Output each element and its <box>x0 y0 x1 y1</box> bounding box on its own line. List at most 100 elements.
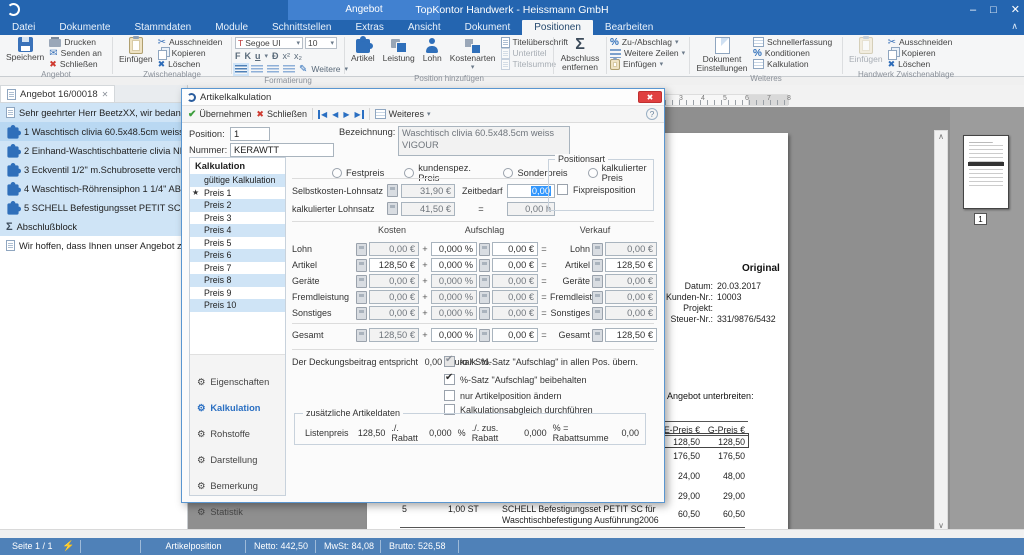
delete-button[interactable]: Löschen <box>158 59 223 69</box>
tab-bearbeiten[interactable]: Bearbeiten <box>593 20 665 35</box>
scroll-up-icon[interactable]: ∧ <box>935 132 947 141</box>
zu-abschlag-button[interactable]: Zu-/Abschlag▾ <box>610 37 685 47</box>
align-justify-button[interactable] <box>283 65 295 74</box>
preview-scrollbar[interactable]: ∧ ∨ <box>934 130 948 532</box>
price-list-item[interactable]: Preis 6 <box>190 249 285 262</box>
maximize-button[interactable]: □ <box>990 0 997 20</box>
calculator-icon[interactable] <box>479 259 490 272</box>
tab-ansicht[interactable]: Ansicht <box>396 20 453 35</box>
calculator-icon[interactable] <box>356 275 367 288</box>
minimize-button[interactable]: – <box>970 0 976 20</box>
tab-stammdaten[interactable]: Stammdaten <box>123 20 204 35</box>
fixpreis-checkbox[interactable] <box>557 184 568 195</box>
checkbox-uebernehmen[interactable]: kalk. %-Satz "Aufschlag" in allen Pos. ü… <box>444 356 638 367</box>
page-thumbnail[interactable] <box>963 135 1009 209</box>
align-left-button[interactable] <box>235 65 247 74</box>
font-family-select[interactable]: TSegoe UI▾ <box>235 37 303 49</box>
list-item[interactable]: 2 Einhand-Waschtischbatterie clivia NEU … <box>0 141 187 160</box>
nummer-field[interactable]: KERAWTT <box>230 143 334 157</box>
list-item[interactable]: 5 SCHELL Befestigungsset PETIT SC für Wa… <box>0 198 187 217</box>
price-list-item[interactable]: Preis 5 <box>190 237 285 250</box>
list-item[interactable]: Sehr geehrter Herr BeetzXX, wir bedanken… <box>0 103 187 122</box>
dialog-close-button[interactable]: ✖ <box>638 91 662 103</box>
tab-extras[interactable]: Extras <box>344 20 396 35</box>
price-list-item[interactable]: ★Preis 1 <box>190 187 285 200</box>
calculator-icon[interactable] <box>592 275 603 288</box>
bezeichnung-field[interactable]: Waschtisch clivia 60.5x48.5cm weiss VIGO… <box>398 126 570 156</box>
print-button[interactable]: Drucken <box>49 37 102 47</box>
nav-bemerkung[interactable]: ⚙Bemerkung <box>190 473 285 499</box>
price-list-item[interactable]: Preis 9 <box>190 287 285 300</box>
weitere-zeilen-button[interactable]: Weitere Zeilen▾ <box>610 48 685 58</box>
price-list-item[interactable]: Preis 3 <box>190 212 285 225</box>
calculator-icon[interactable] <box>592 243 603 256</box>
nav-statistik[interactable]: ⚙Statistik <box>190 499 285 525</box>
help-button[interactable]: ? <box>646 108 658 120</box>
prev-record-button[interactable]: ◀ <box>332 110 338 119</box>
handwerk-cut-button[interactable]: Ausschneiden <box>888 37 953 47</box>
apply-button[interactable]: ✔Übernehmen <box>188 109 251 120</box>
align-right-button[interactable] <box>267 65 279 74</box>
superscript-button[interactable]: x² <box>283 51 291 61</box>
italic-button[interactable]: K <box>245 51 252 61</box>
send-button[interactable]: Senden an <box>49 48 102 58</box>
weiteres-menu-button[interactable]: Weiteres▾ <box>375 109 431 119</box>
abschluss-entfernen-button[interactable]: Abschluss entfernen <box>557 36 603 72</box>
kalk-lohnsatz-field[interactable]: 41,50 € <box>401 202 455 216</box>
radio-kundenspez[interactable]: kundenspez. Preis <box>404 163 483 183</box>
paste-button[interactable]: Einfügen <box>116 36 156 65</box>
handwerk-copy-button[interactable]: Kopieren <box>888 48 953 58</box>
calculator-icon[interactable] <box>479 291 490 304</box>
underline-button[interactable]: u <box>255 51 261 61</box>
pen-icon[interactable] <box>299 64 307 75</box>
tab-dokument[interactable]: Dokument <box>453 20 523 35</box>
last-record-button[interactable]: ▶ <box>354 110 363 119</box>
tab-dokumente[interactable]: Dokumente <box>47 20 122 35</box>
strike-button[interactable]: Đ <box>272 51 279 61</box>
price-list-item[interactable]: Preis 4 <box>190 224 285 237</box>
list-item[interactable]: 3 Eckventil 1/2" m.Schubrosette verchrom… <box>0 160 187 179</box>
calculator-icon[interactable] <box>356 243 367 256</box>
list-item[interactable]: ΣAbschlußblock <box>0 217 187 236</box>
price-list-item[interactable]: Preis 2 <box>190 199 285 212</box>
document-tab[interactable]: Angebot 16/00018 ✕ <box>0 85 115 102</box>
bold-button[interactable]: F <box>235 51 241 61</box>
calculator-icon[interactable] <box>387 184 398 197</box>
nav-eigenschaften[interactable]: ⚙Eigenschaften <box>190 369 285 395</box>
kalkulation-button[interactable]: Kalkulation <box>753 59 832 69</box>
calculator-icon[interactable] <box>592 291 603 304</box>
price-list-item[interactable]: Preis 7 <box>190 262 285 275</box>
list-item[interactable]: 1 Waschtisch clivia 60.5x48.5cm weiss VI… <box>0 122 187 141</box>
tab-close-icon[interactable]: ✕ <box>102 90 109 99</box>
einfuegen-zeilen-button[interactable]: Einfügen▾ <box>610 59 685 69</box>
konditionen-button[interactable]: Konditionen <box>753 48 832 58</box>
first-record-button[interactable]: ◀ <box>318 110 327 119</box>
format-more-button[interactable]: Weitere <box>311 64 340 74</box>
subscript-button[interactable]: x₂ <box>294 51 302 61</box>
selbstkosten-field[interactable]: 31,90 € <box>401 184 455 198</box>
handwerk-delete-button[interactable]: Löschen <box>888 59 953 69</box>
nav-rohstoffe[interactable]: ⚙Rohstoffe <box>190 421 285 447</box>
dokument-einstellungen-button[interactable]: Dokument Einstellungen <box>693 36 751 73</box>
close-document-button[interactable]: Schließen <box>49 59 102 69</box>
schnellerfassung-button[interactable]: Schnellerfassung <box>753 37 832 47</box>
ribbon-collapse-icon[interactable]: ∧ <box>1011 21 1018 32</box>
kostenarten-button[interactable]: Kostenarten▾ <box>447 36 499 73</box>
lohn-button[interactable]: Lohn <box>420 36 445 64</box>
font-size-select[interactable]: 10▾ <box>305 37 337 49</box>
next-record-button[interactable]: ▶ <box>343 110 349 119</box>
calculator-icon[interactable] <box>479 275 490 288</box>
calculator-icon[interactable] <box>592 307 603 320</box>
list-item[interactable]: 4 Waschtisch-Röhrensiphon 1 1/4" ABS ver… <box>0 179 187 198</box>
list-item[interactable]: Wir hoffen, dass Ihnen unser Angebot zus… <box>0 236 187 255</box>
cut-button[interactable]: Ausschneiden <box>158 37 223 47</box>
artikel-button[interactable]: Artikel <box>348 36 378 64</box>
position-field[interactable]: 1 <box>230 127 270 141</box>
nav-darstellung[interactable]: ⚙Darstellung <box>190 447 285 473</box>
dialog-close-action-button[interactable]: Schließen <box>256 109 307 120</box>
align-center-button[interactable] <box>251 65 263 74</box>
calculator-icon[interactable] <box>479 329 490 342</box>
calculator-icon[interactable] <box>387 202 398 215</box>
calculator-icon[interactable] <box>356 329 367 342</box>
tab-schnittstellen[interactable]: Schnittstellen <box>260 20 343 35</box>
